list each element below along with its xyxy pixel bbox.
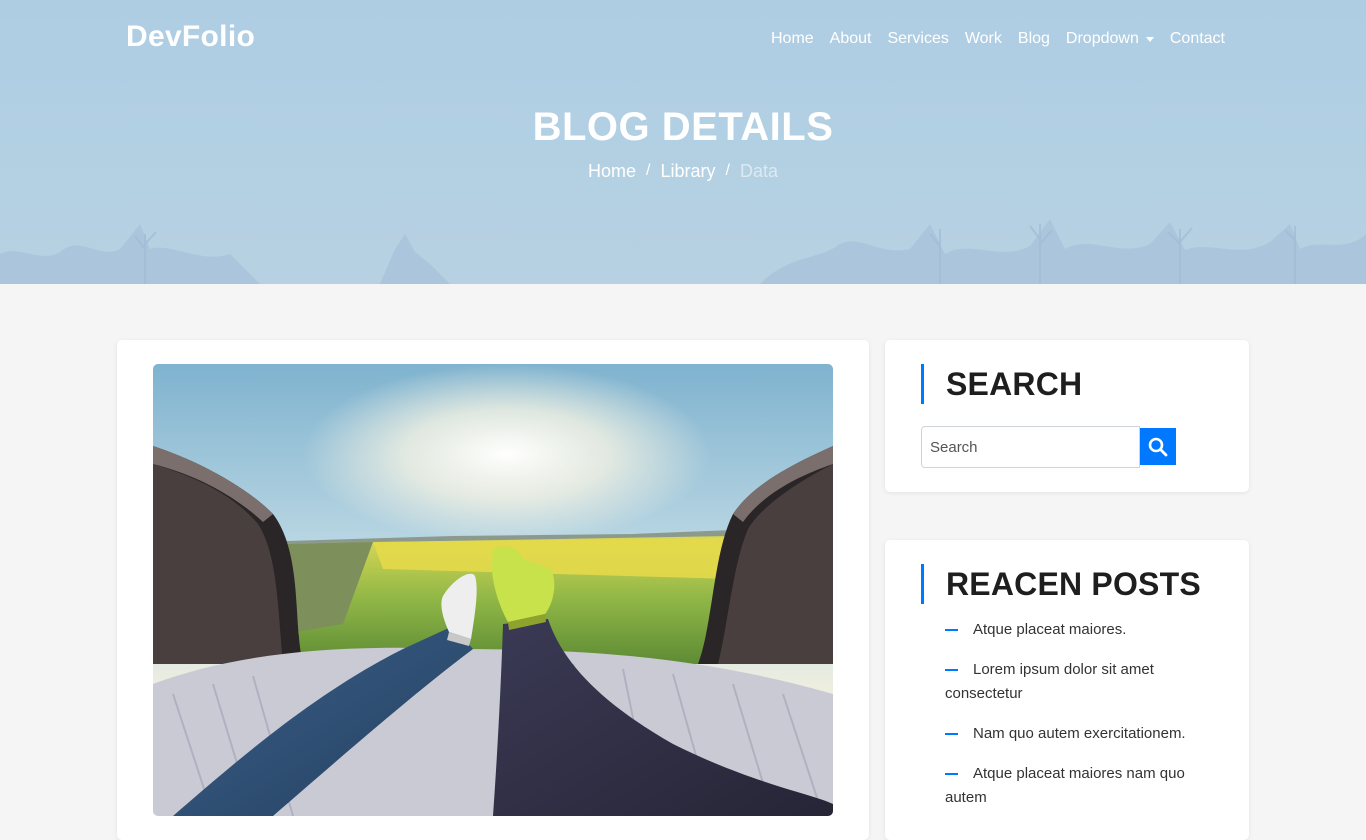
breadcrumb: Home / Library / Data (0, 160, 1366, 182)
breadcrumb-separator: / (725, 162, 730, 179)
breadcrumb-separator: / (646, 162, 651, 179)
hero-header: DevFolio Home About Services Work Blog D… (0, 0, 1366, 284)
post-featured-image (153, 364, 833, 816)
recent-posts-title: REACEN POSTS (921, 564, 1201, 604)
breadcrumb-library[interactable]: Library (660, 160, 715, 182)
nav-about[interactable]: About (822, 27, 880, 51)
recent-post-link[interactable]: Atque placeat maiores. (973, 621, 1126, 638)
nav-blog[interactable]: Blog (1010, 27, 1058, 51)
page-title: BLOG DETAILS (532, 105, 834, 149)
breadcrumb-current: Data (739, 161, 778, 181)
breadcrumb-home[interactable]: Home (588, 160, 636, 182)
recent-post-item: Atque placeat maiores. (945, 618, 1215, 642)
search-button[interactable] (1140, 428, 1176, 465)
dash-icon (945, 733, 958, 735)
hero-trees-silhouette (0, 219, 1366, 284)
brand-logo[interactable]: DevFolio (126, 20, 255, 54)
search-icon (1148, 437, 1168, 456)
search-widget: SEARCH (885, 340, 1249, 492)
nav-services[interactable]: Services (879, 27, 956, 51)
dash-icon (945, 773, 958, 775)
nav-home[interactable]: Home (763, 27, 822, 51)
nav-dropdown[interactable]: Dropdown (1058, 27, 1162, 51)
recent-posts-list: Atque placeat maiores. Lorem ipsum dolor… (945, 618, 1215, 826)
search-input[interactable] (921, 426, 1140, 468)
recent-posts-widget: REACEN POSTS Atque placeat maiores. Lore… (885, 540, 1249, 840)
dash-icon (945, 629, 958, 631)
recent-post-item: Nam quo autem exercitationem. (945, 722, 1215, 746)
nav-work[interactable]: Work (957, 27, 1010, 51)
search-widget-title: SEARCH (921, 364, 1082, 404)
post-card (117, 340, 869, 840)
main-nav: Home About Services Work Blog Dropdown C… (763, 27, 1233, 51)
nav-contact[interactable]: Contact (1162, 27, 1233, 51)
recent-post-link[interactable]: Lorem ipsum dolor sit amet consectetur (945, 661, 1154, 702)
dash-icon (945, 669, 958, 671)
nav-dropdown-label: Dropdown (1065, 30, 1139, 47)
recent-post-link[interactable]: Atque placeat maiores nam quo autem (945, 765, 1185, 806)
recent-post-link[interactable]: Nam quo autem exercitationem. (973, 725, 1186, 742)
caret-down-icon (1145, 36, 1154, 42)
recent-post-item: Atque placeat maiores nam quo autem (945, 762, 1215, 810)
recent-post-item: Lorem ipsum dolor sit amet consectetur (945, 658, 1215, 706)
